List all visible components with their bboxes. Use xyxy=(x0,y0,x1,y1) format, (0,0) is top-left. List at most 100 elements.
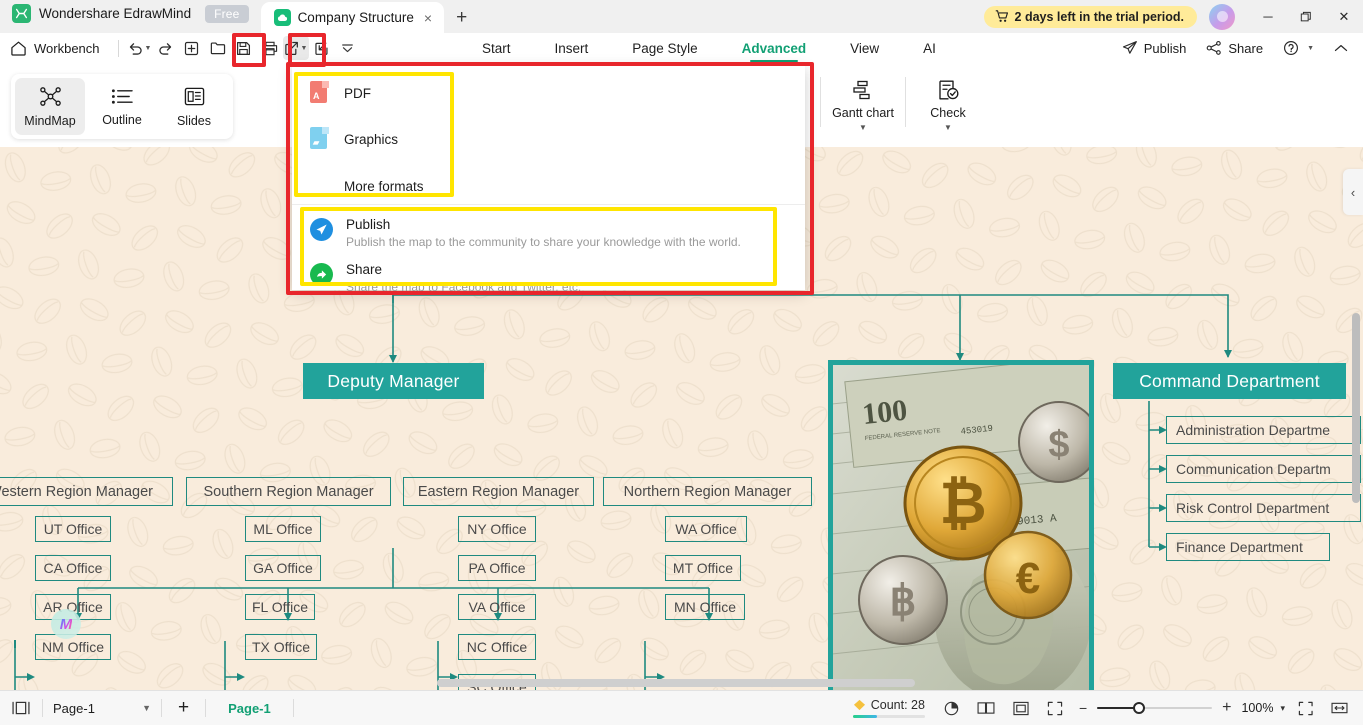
zoom-slider-handle[interactable] xyxy=(1133,702,1146,714)
node-office[interactable]: NM Office xyxy=(35,634,111,660)
maximize-button[interactable] xyxy=(1287,0,1325,33)
node-office[interactable]: ML Office xyxy=(245,516,321,542)
node-department[interactable]: Finance Department xyxy=(1166,533,1330,561)
workbench-button[interactable]: Workbench xyxy=(0,40,110,56)
close-tab-icon[interactable]: × xyxy=(421,10,435,26)
export-pdf-item[interactable]: A PDF xyxy=(292,73,805,113)
page-spread-view-button[interactable] xyxy=(968,701,1004,715)
undo-icon xyxy=(129,42,142,55)
zoom-in-button[interactable]: + xyxy=(1215,699,1238,717)
node-office[interactable]: UT Office xyxy=(35,516,111,542)
node-western-region-manager[interactable]: Western Region Manager xyxy=(0,477,173,506)
free-badge: Free xyxy=(205,4,249,23)
trial-period-text: 2 days left in the trial period. xyxy=(1014,9,1184,24)
ribbon-right-actions: Publish Share ▼ xyxy=(1113,33,1357,63)
chevron-down-icon[interactable]: ▼ xyxy=(859,124,867,132)
node-count-indicator: Count: 28 xyxy=(852,698,925,718)
close-window-button[interactable]: ✕ xyxy=(1325,0,1363,33)
fit-width-button[interactable] xyxy=(1322,701,1357,715)
export-graphics-item[interactable]: ▰ Graphics xyxy=(292,119,805,159)
new-tab-button[interactable]: + xyxy=(444,7,479,33)
check-button[interactable]: Check ▼ xyxy=(908,73,988,132)
node-office[interactable]: NY Office xyxy=(458,516,536,542)
node-office[interactable]: MT Office xyxy=(665,555,741,581)
chevron-down-icon: ▼ xyxy=(1307,44,1314,52)
redo-button[interactable] xyxy=(153,36,179,60)
collapse-right-panel-button[interactable]: ‹ xyxy=(1343,169,1363,215)
chevron-down-icon: ▼ xyxy=(142,703,151,713)
tab-advanced[interactable]: Advanced xyxy=(720,33,829,63)
node-office[interactable]: TX Office xyxy=(245,634,317,660)
export-pdf-label: PDF xyxy=(344,85,371,101)
toggle-side-panel-button[interactable] xyxy=(0,701,42,715)
tab-view[interactable]: View xyxy=(828,33,901,63)
node-northern-region-manager[interactable]: Northern Region Manager xyxy=(603,477,812,506)
share-menu-item[interactable]: Share Share the map to Facebook and Twit… xyxy=(292,256,805,301)
zoom-level-value[interactable]: 100% xyxy=(1238,701,1276,715)
page-selector-dropdown[interactable]: Page-1 ▼ xyxy=(43,701,161,716)
node-office[interactable]: VA Office xyxy=(458,594,536,620)
home-icon xyxy=(11,41,26,56)
node-department[interactable]: Risk Control Department xyxy=(1166,494,1361,522)
node-eastern-region-manager[interactable]: Eastern Region Manager xyxy=(403,477,594,506)
publish-button[interactable]: Publish xyxy=(1113,37,1196,59)
node-office[interactable]: FL Office xyxy=(245,594,315,620)
fit-page-button[interactable] xyxy=(1004,701,1038,716)
fit-to-screen-button[interactable] xyxy=(1289,701,1322,716)
view-mode-slides-label: Slides xyxy=(176,113,212,128)
node-command-department[interactable]: Command Department xyxy=(1113,363,1346,399)
tab-ai[interactable]: AI xyxy=(901,33,958,63)
view-mode-mindmap[interactable]: MindMap xyxy=(15,78,85,135)
export-share-button[interactable]: ▼ xyxy=(282,36,309,60)
full-screen-fit-button[interactable] xyxy=(1038,701,1072,716)
current-page-name[interactable]: Page-1 xyxy=(206,701,293,716)
chevron-down-icon: ▼ xyxy=(144,44,152,52)
import-button[interactable] xyxy=(309,36,335,60)
node-office[interactable]: WA Office xyxy=(665,516,747,542)
collapse-ribbon-button[interactable] xyxy=(1325,40,1357,57)
quickbar-more-button[interactable] xyxy=(335,36,361,60)
theme-color-button[interactable] xyxy=(935,701,968,716)
export-more-formats-item[interactable]: More formats xyxy=(292,166,805,206)
add-page-button[interactable]: + xyxy=(162,697,205,719)
app-brand: Wondershare EdrawMind Free xyxy=(0,0,259,33)
node-office[interactable]: CA Office xyxy=(35,555,111,581)
node-deputy-manager[interactable]: Deputy Manager xyxy=(303,363,484,399)
trial-period-badge[interactable]: 2 days left in the trial period. xyxy=(983,5,1197,28)
node-office[interactable]: MN Office xyxy=(665,594,745,620)
publish-menu-item[interactable]: Publish Publish the map to the community… xyxy=(292,211,805,256)
print-button[interactable] xyxy=(257,36,283,60)
share-button[interactable]: Share xyxy=(1197,37,1272,59)
user-avatar[interactable] xyxy=(1209,3,1235,30)
node-department[interactable]: Communication Departm xyxy=(1166,455,1361,483)
chevron-down-icon[interactable]: ▼ xyxy=(944,124,952,132)
node-image-bitcoin[interactable]: 100 FEDERAL RESERVE NOTE 453019 1799013 … xyxy=(828,360,1094,690)
tab-insert[interactable]: Insert xyxy=(533,33,611,63)
node-office[interactable]: PA Office xyxy=(458,555,536,581)
view-mode-slides[interactable]: Slides xyxy=(159,78,229,135)
horizontal-scrollbar[interactable] xyxy=(437,679,915,687)
tab-page-style[interactable]: Page Style xyxy=(610,33,719,63)
gantt-chart-button[interactable]: Gantt chart ▼ xyxy=(823,73,903,132)
zoom-slider[interactable] xyxy=(1097,701,1213,715)
cart-icon xyxy=(995,10,1008,22)
chevron-down-icon[interactable]: ▾ xyxy=(1276,703,1289,714)
node-office[interactable]: NC Office xyxy=(458,634,536,660)
undo-button[interactable]: ▼ xyxy=(127,36,153,60)
vertical-scrollbar[interactable] xyxy=(1352,313,1360,503)
minimize-button[interactable]: ─ xyxy=(1249,0,1287,33)
node-department[interactable]: Administration Departme xyxy=(1166,416,1361,444)
zoom-out-button[interactable]: − xyxy=(1072,700,1094,716)
node-southern-region-manager[interactable]: Southern Region Manager xyxy=(186,477,391,506)
view-mode-outline[interactable]: Outline xyxy=(87,78,157,135)
new-document-button[interactable] xyxy=(179,36,205,60)
view-mode-mindmap-label: MindMap xyxy=(24,113,76,128)
publish-menu-title: Publish xyxy=(346,217,391,232)
share-label: Share xyxy=(1228,40,1264,56)
node-office[interactable]: GA Office xyxy=(245,555,321,581)
open-file-button[interactable] xyxy=(205,36,231,60)
document-tab-company-structure[interactable]: Company Structure × xyxy=(260,2,445,33)
help-button[interactable]: ▼ xyxy=(1274,37,1323,59)
save-button[interactable] xyxy=(231,36,257,60)
tab-start[interactable]: Start xyxy=(460,33,533,63)
